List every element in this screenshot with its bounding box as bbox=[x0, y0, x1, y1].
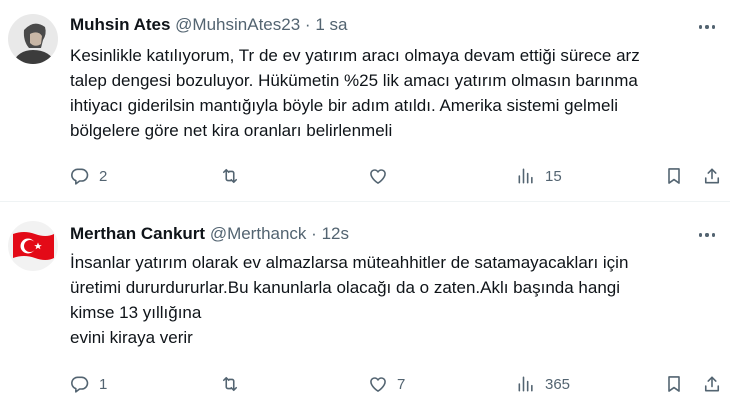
like-count: 7 bbox=[397, 375, 406, 393]
more-icon[interactable] bbox=[696, 224, 718, 246]
share-icon bbox=[702, 374, 722, 394]
bookmark-icon bbox=[664, 374, 684, 394]
repost-button[interactable] bbox=[220, 164, 240, 188]
share-icon bbox=[702, 166, 722, 186]
bookmark-icon bbox=[664, 166, 684, 186]
more-icon[interactable] bbox=[696, 16, 718, 38]
share-button[interactable] bbox=[702, 164, 722, 188]
repost-icon bbox=[220, 166, 240, 186]
turkish-flag-avatar-icon bbox=[8, 221, 58, 271]
tweet-text-line: İnsanlar yatırım olarak ev almazlarsa mü… bbox=[70, 253, 629, 272]
like-icon bbox=[368, 166, 388, 186]
tweet-text-line: kimse 13 yıllığına bbox=[70, 303, 202, 322]
author-name[interactable]: Muhsin Ates bbox=[70, 15, 170, 34]
tweet-text: İnsanlar yatırım olarak ev almazlarsa mü… bbox=[70, 250, 716, 350]
tweet-text: Kesinlikle katılıyorum, Tr de ev yatırım… bbox=[70, 43, 716, 143]
tweet-header: Merthan Cankurt @Merthanck · 12s bbox=[70, 223, 349, 245]
tweet-text-line: talep dengesi bozuluyor. Hükümetin %25 l… bbox=[70, 71, 638, 90]
tweet[interactable]: Merthan Cankurt @Merthanck · 12s İnsanla… bbox=[0, 202, 730, 420]
reply-icon bbox=[70, 166, 90, 186]
tweet-actions: 2 15 bbox=[70, 164, 720, 188]
tweet-header: Muhsin Ates @MuhsinAtes23 · 1 sa bbox=[70, 14, 347, 36]
timestamp[interactable]: 1 sa bbox=[315, 15, 347, 34]
reply-button[interactable]: 2 bbox=[70, 164, 107, 188]
like-icon bbox=[368, 374, 388, 394]
avatar[interactable] bbox=[8, 14, 58, 64]
like-button[interactable]: 7 bbox=[368, 372, 405, 396]
tweet-text-line: üretimi dururdururlar.Bu kanunlarla olac… bbox=[70, 278, 621, 297]
tweet-actions: 1 7 365 bbox=[70, 372, 720, 396]
views-button[interactable]: 15 bbox=[516, 164, 562, 188]
separator-dot: · bbox=[311, 224, 317, 243]
tweet-text-line: bölgelere göre net kira oranları belirle… bbox=[70, 121, 393, 140]
views-button[interactable]: 365 bbox=[516, 372, 570, 396]
reply-count: 2 bbox=[99, 167, 108, 185]
bookmark-button[interactable] bbox=[664, 372, 684, 396]
reply-button[interactable]: 1 bbox=[70, 372, 107, 396]
author-handle[interactable]: @Merthanck bbox=[210, 224, 307, 243]
timestamp[interactable]: 12s bbox=[322, 224, 349, 243]
views-icon bbox=[516, 374, 536, 394]
views-count: 365 bbox=[545, 375, 571, 393]
reply-count: 1 bbox=[99, 375, 108, 393]
repost-button[interactable] bbox=[220, 372, 240, 396]
tweet-text-line: Kesinlikle katılıyorum, Tr de ev yatırım… bbox=[70, 46, 640, 65]
person-photo-avatar-icon bbox=[8, 14, 58, 64]
tweet[interactable]: Muhsin Ates @MuhsinAtes23 · 1 sa Kesinli… bbox=[0, 0, 730, 202]
reply-icon bbox=[70, 374, 90, 394]
author-handle[interactable]: @MuhsinAtes23 bbox=[175, 15, 300, 34]
separator-dot: · bbox=[304, 15, 311, 34]
repost-icon bbox=[220, 374, 240, 394]
views-count: 15 bbox=[545, 167, 562, 185]
avatar[interactable] bbox=[8, 221, 58, 271]
author-name[interactable]: Merthan Cankurt bbox=[70, 224, 205, 243]
tweet-text-line: ihtiyacı giderilsin mantığıyla böyle bir… bbox=[70, 96, 618, 115]
bookmark-button[interactable] bbox=[664, 164, 684, 188]
share-button[interactable] bbox=[702, 372, 722, 396]
tweet-text-line: evini kiraya verir bbox=[70, 328, 193, 347]
views-icon bbox=[516, 166, 536, 186]
like-button[interactable] bbox=[368, 164, 388, 188]
